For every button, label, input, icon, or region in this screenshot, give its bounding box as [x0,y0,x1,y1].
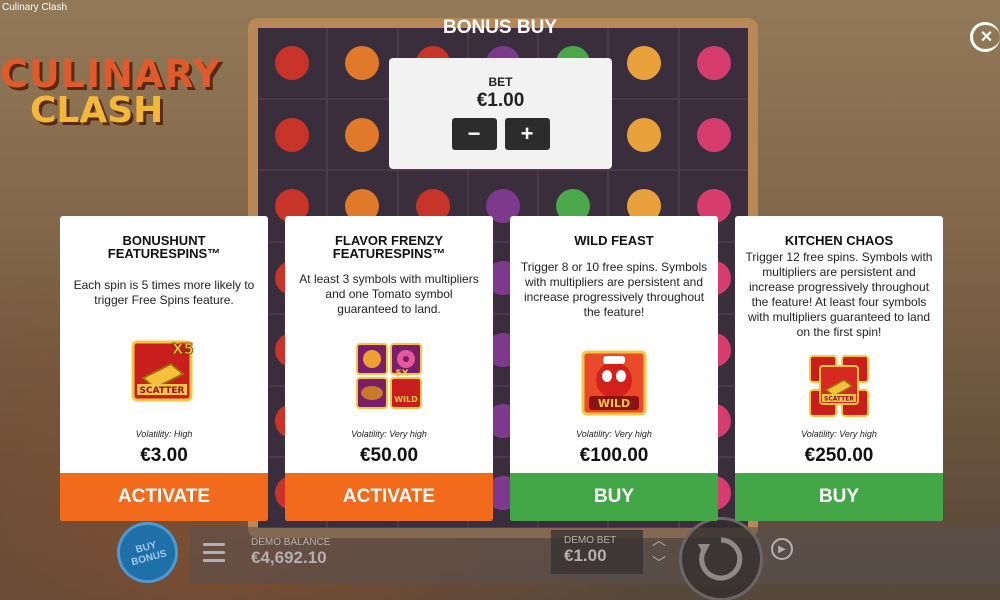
activate-button[interactable]: ACTIVATE [285,473,493,521]
game-logo: CULINARY CLASH [0,55,221,129]
reel-cell [679,99,748,170]
bonus-cards: BONUSHUNT FEATURESPINS™ Each spin is 5 t… [60,216,943,521]
activate-button[interactable]: ACTIVATE [60,473,268,521]
spin-icon [698,537,743,581]
logo-line2: CLASH [30,90,164,131]
plus-icon: + [520,121,534,146]
decrease-bet-button[interactable]: − [451,118,497,150]
chevron-up-icon[interactable]: ︿ [652,530,666,550]
bet-panel: BET €1.00 − + [389,58,612,169]
reel-symbol [275,45,310,80]
multiplier-symbols-icon: WILD 5X [355,342,423,415]
art-label: SCATTER [824,396,854,403]
card-description: Trigger 8 or 10 free spins. Symbols with… [520,260,708,319]
minus-icon: − [467,121,481,146]
demo-bet-label: DEMO BET [564,535,617,546]
card-volatility: Volatility: High [135,429,193,439]
card-title: WILD FEAST [574,233,654,248]
reel-cell [328,99,397,170]
card-description: At least 3 symbols with multipliers and … [299,272,479,316]
art-label: SCATTER [140,386,185,396]
card-volatility: Volatility: Very high [351,429,427,439]
spin-button[interactable] [679,517,763,600]
card-volatility: Volatility: Very high [576,429,652,439]
autoplay-icon[interactable]: ▶ [771,538,793,560]
scatter-stack-icon: SCATTER [806,352,872,425]
demo-balance: DEMO BALANCE €4,692.10 [251,537,330,568]
art-label: WILD [598,397,630,410]
demo-bet: DEMO BET €1.00 [551,530,643,574]
bonus-card-kitchen-chaos: KITCHEN CHAOS Trigger 12 free spins. Sym… [735,216,943,521]
menu-icon[interactable] [203,543,225,567]
card-volatility: Volatility: Very high [801,429,877,439]
reel-cell [609,99,678,170]
bet-label: BET [488,75,513,89]
scatter-x5-icon: SCATTER X5 [131,338,197,409]
reel-cell [258,99,327,170]
bet-value: €1.00 [476,90,525,111]
balance-label: DEMO BALANCE [251,537,331,548]
card-title: KITCHEN CHAOS [784,233,894,248]
buy-button[interactable]: BUY [735,473,943,521]
card-title: BONUSHUNT FEATURESPINS™ [107,233,221,261]
card-description: Each spin is 5 times more likely to trig… [73,278,255,307]
reel-symbol [626,45,661,80]
reel-symbol [345,45,380,80]
reel-symbol [696,45,731,80]
balance-value: €4,692.10 [251,548,327,567]
logo-line1: CULINARY [0,52,222,96]
demo-bet-value: €1.00 [564,546,607,565]
increase-bet-button[interactable]: + [504,118,550,150]
card-price: €250.00 [804,445,874,466]
bonus-card-flavor-frenzy: FLAVOR FRENZY FEATURESPINS™ At least 3 s… [285,216,493,521]
card-description: Trigger 12 free spins. Symbols with mult… [745,250,933,339]
bonus-card-wild-feast: WILD FEAST Trigger 8 or 10 free spins. S… [510,216,718,521]
reel-symbol [626,117,661,152]
card-price: €3.00 [140,445,188,466]
reel-symbol [345,117,380,152]
dialog-title: BONUS BUY [442,17,557,38]
art-badge: X5 [172,340,194,358]
app-title: Culinary Clash [2,2,68,13]
tomato-wild-icon: WILD [581,350,647,421]
bonus-card-bonushunt: BONUSHUNT FEATURESPINS™ Each spin is 5 t… [60,216,268,521]
buy-button[interactable]: BUY [510,473,718,521]
art-badge: 5X [395,369,408,379]
card-price: €50.00 [359,445,419,466]
card-price: €100.00 [579,445,649,466]
card-title: FLAVOR FRENZY FEATURESPINS™ [332,233,446,261]
art-label: WILD [394,395,418,404]
chevron-down-icon[interactable]: ﹀ [652,553,666,573]
reel-symbol [275,117,310,152]
reel-symbol [696,117,731,152]
